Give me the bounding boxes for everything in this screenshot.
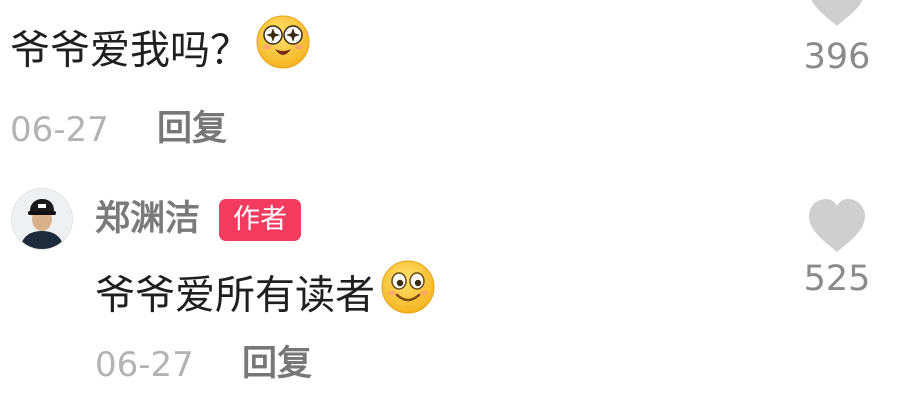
author-badge: 作者	[219, 199, 301, 241]
heart-icon	[809, 199, 865, 252]
author-name[interactable]: 郑渊洁	[95, 196, 200, 242]
avatar[interactable]	[11, 188, 73, 250]
comment-text: 爷爷爱我吗？	[10, 15, 310, 87]
reply-button[interactable]: 回复	[242, 341, 312, 387]
comment-date: 06-27	[95, 345, 194, 385]
comment-text: 爷爷爱所有读者	[95, 260, 435, 332]
reply-button[interactable]: 回复	[157, 106, 227, 152]
comment-date: 06-27	[10, 110, 109, 150]
like-button[interactable]	[807, 0, 867, 28]
avatar-icon	[12, 189, 72, 249]
comment-text-content: 爷爷爱所有读者	[95, 272, 375, 319]
heart-icon	[811, 0, 863, 26]
like-count: 525	[803, 259, 871, 299]
like-count: 396	[803, 37, 871, 77]
starry-eyed-emoji-icon	[256, 15, 310, 84]
comment-text-content: 爷爷爱我吗？	[10, 27, 250, 74]
smiling-face-emoji-icon	[381, 260, 435, 329]
like-button[interactable]	[807, 198, 867, 254]
